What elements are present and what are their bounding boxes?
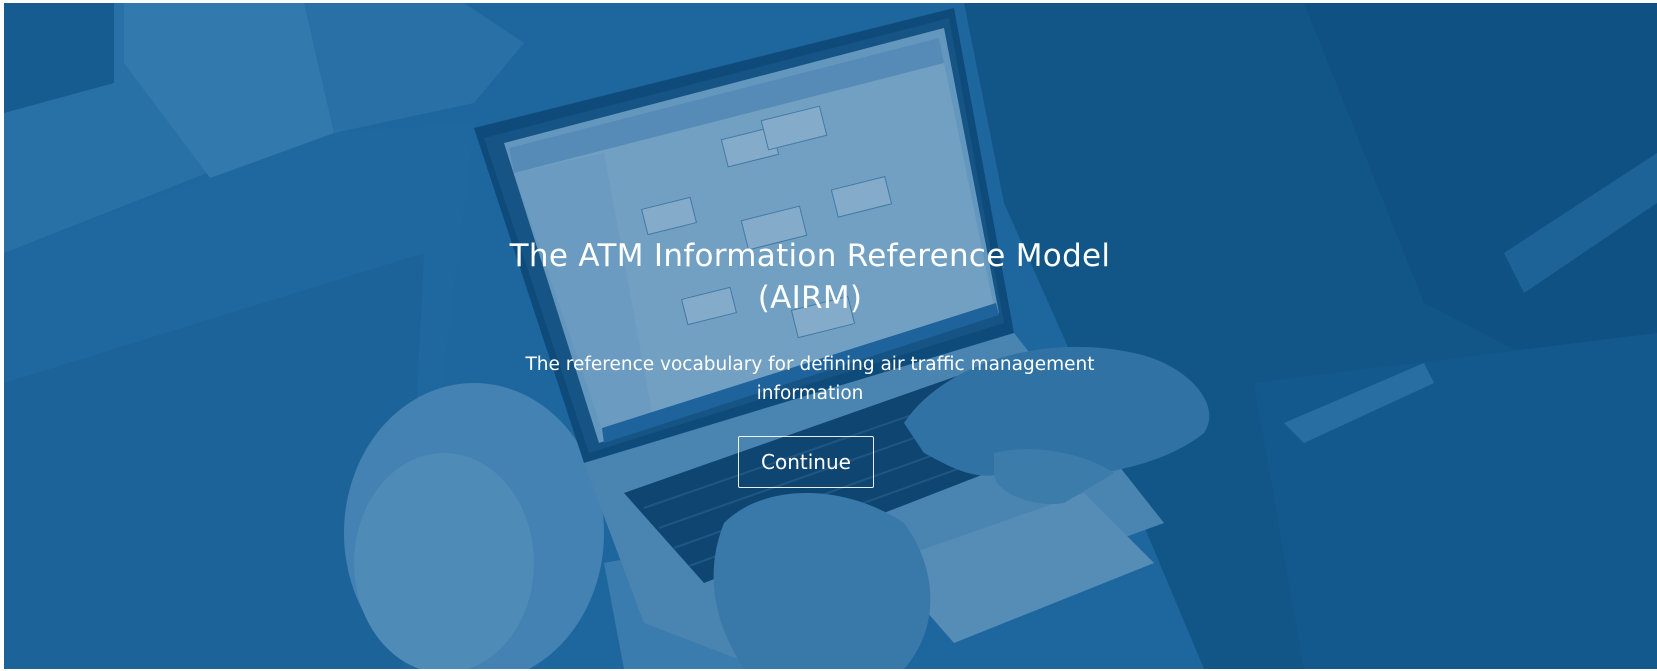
hero-title: The ATM Information Reference Model (AIR… (509, 238, 1111, 316)
hero-content: The ATM Information Reference Model (AIR… (4, 3, 1657, 669)
continue-button[interactable]: Continue (738, 436, 874, 488)
hero-subtitle: The reference vocabulary for defining ai… (525, 354, 1095, 404)
hero-banner: The ATM Information Reference Model (AIR… (4, 3, 1657, 669)
